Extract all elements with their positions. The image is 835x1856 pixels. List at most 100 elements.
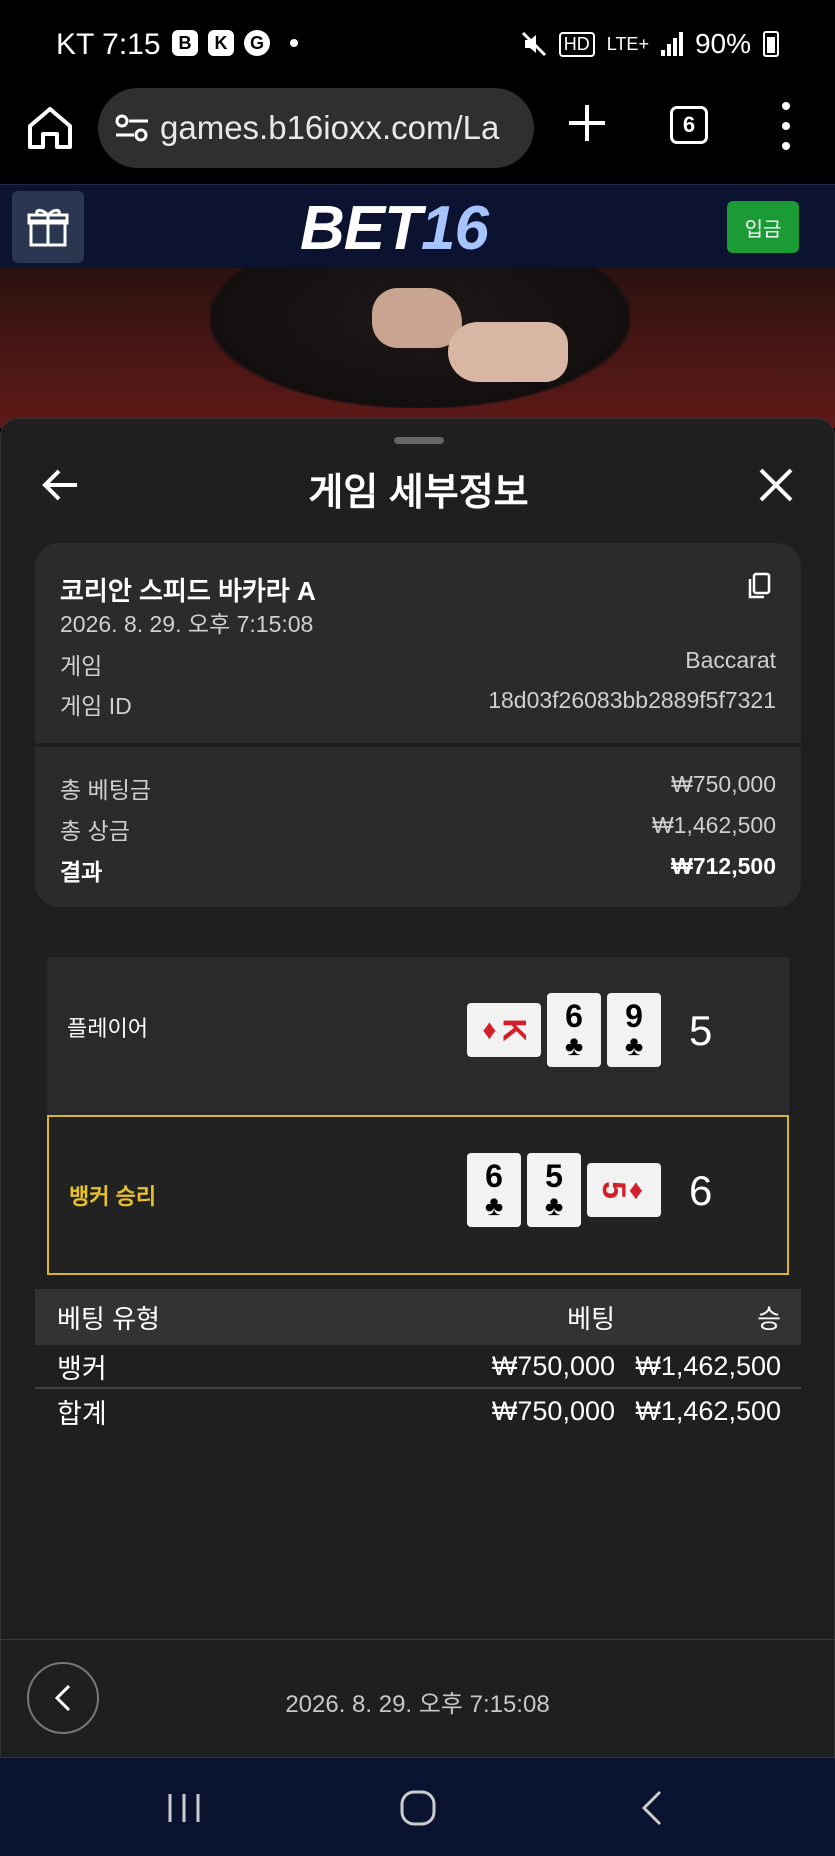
logo-text-bet: BET <box>300 194 422 263</box>
app-b-icon: B <box>172 30 198 56</box>
app-g-icon: G <box>244 30 270 56</box>
game-name: 코리안 스피드 바카라 A <box>60 576 316 606</box>
app-k-icon: K <box>208 30 234 56</box>
card-rank: 5 <box>545 1158 563 1194</box>
player-cards: ♦ K 6 ♣ 9 ♣ <box>467 993 661 1067</box>
total-bet-cell: ₩750,000 <box>491 1395 615 1426</box>
game-type-value: Baccarat <box>685 647 776 673</box>
dealer-hand-left <box>372 288 462 348</box>
card-rank: 9 <box>625 998 643 1034</box>
total-bet-value: ₩750,000 <box>671 771 776 797</box>
game-id-value: 18d03f26083bb2889f5f7321 <box>488 687 776 713</box>
column-header-win: 승 <box>757 1303 781 1334</box>
table-total-row: 합계 ₩750,000 ₩1,462,500 <box>35 1389 801 1433</box>
recent-apps-icon[interactable] <box>164 1788 204 1828</box>
browser-toolbar: games.b16ioxx.com/La 6 <box>0 88 835 184</box>
bet-type-cell: 뱅커 <box>57 1353 107 1384</box>
battery-icon <box>763 31 779 57</box>
overflow-menu-icon[interactable] <box>776 102 796 150</box>
sheet-footer: 2026. 8. 29. 오후 7:15:08 <box>1 1639 834 1759</box>
gift-icon <box>27 208 69 247</box>
tab-switcher-button[interactable]: 6 <box>670 106 708 144</box>
banker-hand-panel: 뱅커 승리 6 ♣ 5 ♣ 5 ♦ 6 <box>47 1115 789 1275</box>
card-suit: ♣ <box>564 1030 584 1061</box>
notification-icons: B K G <box>172 30 298 56</box>
network-type: LTE+ <box>606 33 649 54</box>
player-label: 플레이어 <box>67 1016 148 1041</box>
status-time: KT 7:15 <box>56 28 161 61</box>
system-navigation-bar <box>0 1758 835 1856</box>
game-id-label: 게임 ID <box>60 693 132 719</box>
copy-icon[interactable] <box>745 571 773 601</box>
game-summary-card: 코리안 스피드 바카라 A 2026. 8. 29. 오후 7:15:08 게임… <box>35 543 801 907</box>
dealer-hand-right <box>448 322 568 382</box>
card-rank: 5 <box>595 1181 632 1199</box>
deposit-button[interactable]: 입금 <box>727 201 799 253</box>
hd-icon: HD <box>558 31 595 57</box>
battery-percent: 90% <box>694 28 751 59</box>
card-suit: ♦ <box>482 1014 497 1045</box>
card-suit: ♣ <box>544 1190 564 1221</box>
home-nav-icon[interactable] <box>398 1788 438 1828</box>
playing-card: 6 ♣ <box>547 993 601 1067</box>
card-rank: 6 <box>565 998 583 1034</box>
more-notifications-dot <box>290 39 298 47</box>
status-bar: KT 7:15 B K G HD LTE+ 90% <box>0 0 835 88</box>
card-suit: ♣ <box>624 1030 644 1061</box>
total-prize-label: 총 상금 <box>60 818 130 844</box>
card-rank: 6 <box>485 1158 503 1194</box>
result-row: 결과 ₩712,500 <box>60 853 776 887</box>
total-prize-row: 총 상금 ₩1,462,500 <box>60 812 776 846</box>
bet-amount-cell: ₩750,000 <box>491 1350 615 1381</box>
footer-datetime: 2026. 8. 29. 오후 7:15:08 <box>285 1691 550 1718</box>
playing-card: 6 ♣ <box>467 1153 521 1227</box>
playing-card: 9 ♣ <box>607 993 661 1067</box>
new-tab-icon[interactable] <box>566 102 608 144</box>
playing-card: 5 ♦ <box>587 1163 661 1217</box>
game-type-row: 게임 Baccarat <box>60 647 776 681</box>
table-row: 뱅커 ₩750,000 ₩1,462,500 <box>35 1345 801 1389</box>
card-divider <box>35 743 801 747</box>
mute-icon <box>521 31 546 57</box>
site-header: BET16 입금 <box>0 184 835 268</box>
banker-label: 뱅커 승리 <box>69 1184 157 1209</box>
home-icon[interactable] <box>24 102 76 154</box>
back-nav-icon[interactable] <box>632 1788 672 1828</box>
card-suit: ♣ <box>484 1190 504 1221</box>
game-id-row: 게임 ID 18d03f26083bb2889f5f7321 <box>60 687 776 721</box>
banker-cards: 6 ♣ 5 ♣ 5 ♦ <box>467 1153 661 1227</box>
total-bet-label: 총 베팅금 <box>60 777 152 803</box>
url-text[interactable]: games.b16ioxx.com/La <box>160 109 499 147</box>
gift-button[interactable] <box>12 191 84 263</box>
total-label-cell: 합계 <box>57 1398 107 1429</box>
system-icons: HD LTE+ 90% <box>521 28 779 60</box>
result-value: ₩712,500 <box>671 853 776 879</box>
close-icon[interactable] <box>758 467 794 503</box>
playing-card: 5 ♣ <box>527 1153 581 1227</box>
table-header: 베팅 유형 베팅 승 <box>35 1289 801 1345</box>
column-header-bet: 베팅 <box>567 1303 615 1334</box>
game-details-sheet: 게임 세부정보 코리안 스피드 바카라 A 2026. 8. 29. 오후 7:… <box>0 418 835 1758</box>
banker-score: 6 <box>689 1167 713 1214</box>
site-settings-icon[interactable] <box>114 113 150 143</box>
sheet-title: 게임 세부정보 <box>308 472 529 514</box>
result-label: 결과 <box>60 859 103 885</box>
game-datetime: 2026. 8. 29. 오후 7:15:08 <box>60 611 314 637</box>
player-hand-panel: 플레이어 ♦ K 6 ♣ 9 ♣ 5 <box>47 957 789 1117</box>
signal-icon <box>660 32 683 56</box>
win-amount-cell: ₩1,462,500 <box>635 1350 781 1381</box>
drag-handle[interactable] <box>394 437 444 444</box>
game-type-label: 게임 <box>60 653 103 679</box>
address-bar[interactable]: games.b16ioxx.com/La <box>98 88 534 168</box>
bet-table: 베팅 유형 베팅 승 뱅커 ₩750,000 ₩1,462,500 합계 ₩75… <box>35 1289 801 1433</box>
total-bet-row: 총 베팅금 ₩750,000 <box>60 771 776 805</box>
total-prize-value: ₩1,462,500 <box>651 812 776 838</box>
live-video <box>0 268 835 428</box>
card-rank: K <box>496 1018 533 1042</box>
column-header-bet-type: 베팅 유형 <box>57 1303 160 1334</box>
playing-card: ♦ K <box>467 1003 541 1057</box>
logo-text-16: 16 <box>421 194 489 263</box>
site-logo[interactable]: BET16 <box>300 193 489 264</box>
player-score: 5 <box>689 1007 713 1054</box>
total-win-cell: ₩1,462,500 <box>635 1395 781 1426</box>
